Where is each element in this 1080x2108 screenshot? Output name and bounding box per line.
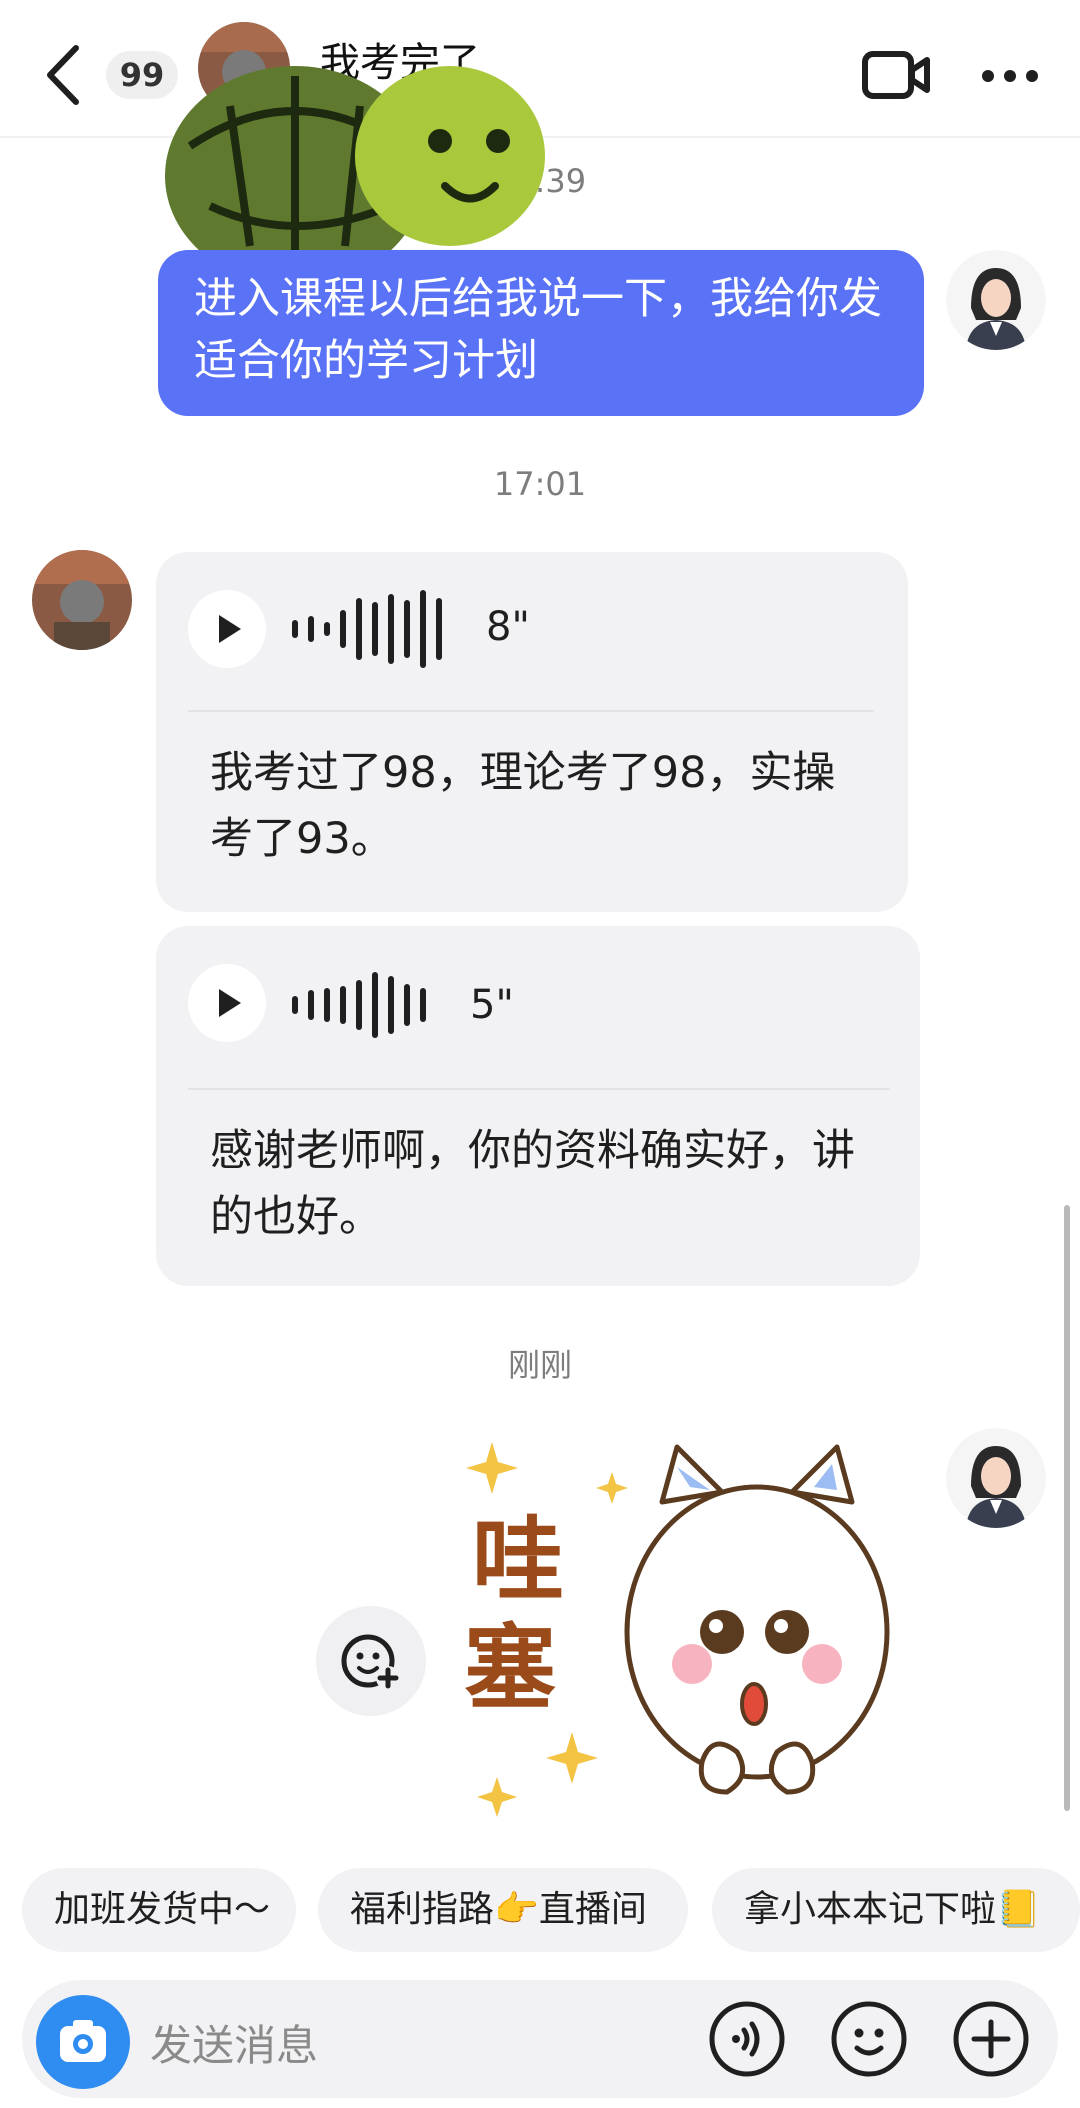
contact-avatar[interactable] bbox=[32, 550, 132, 650]
quick-reply-chip[interactable]: 拿小本本记下啦📒 bbox=[712, 1868, 1080, 1952]
plus-icon[interactable] bbox=[952, 2000, 1030, 2078]
back-icon[interactable] bbox=[40, 40, 90, 110]
divider bbox=[188, 1088, 890, 1090]
camera-button[interactable] bbox=[36, 1995, 130, 2089]
my-avatar[interactable] bbox=[946, 1428, 1046, 1528]
add-sticker-button[interactable] bbox=[316, 1606, 426, 1716]
quick-reply-chip[interactable]: 福利指路👉直播间 bbox=[318, 1868, 688, 1952]
voice-duration: 8" bbox=[486, 604, 530, 650]
play-button[interactable] bbox=[188, 964, 266, 1042]
play-icon bbox=[219, 989, 241, 1017]
timestamp: 刚刚 bbox=[507, 1346, 572, 1384]
emoji-icon[interactable] bbox=[830, 2000, 908, 2078]
scrollbar[interactable] bbox=[1064, 1205, 1070, 1811]
voice-duration: 5" bbox=[470, 982, 514, 1028]
add-emoji-icon bbox=[341, 1634, 400, 1690]
voice-transcript: 感谢老师啊，你的资料确实好，讲的也好。 bbox=[210, 1126, 855, 1242]
outgoing-message-bubble[interactable]: 进入课程以后给我说一下，我给你发适合你的学习计划 bbox=[158, 250, 924, 416]
quick-reply-chip[interactable]: 加班发货中～ bbox=[22, 1868, 296, 1952]
camera-icon bbox=[60, 2020, 106, 2062]
cat-sticker[interactable]: 哇 塞 bbox=[452, 1432, 922, 1852]
sticker-text-2: 塞 bbox=[464, 1615, 556, 1722]
timestamp: 17:01 bbox=[493, 465, 587, 503]
message-input[interactable]: 发送消息 bbox=[150, 2012, 318, 2073]
sticker-text-1: 哇 bbox=[472, 1507, 564, 1614]
my-avatar[interactable] bbox=[946, 250, 1046, 350]
divider bbox=[188, 710, 874, 712]
waveform-icon bbox=[292, 590, 442, 668]
play-button[interactable] bbox=[188, 590, 266, 668]
play-icon bbox=[219, 615, 241, 643]
video-call-icon[interactable] bbox=[862, 46, 930, 104]
voice-input-icon[interactable] bbox=[708, 2000, 786, 2078]
more-icon[interactable] bbox=[980, 66, 1040, 86]
waveform-icon bbox=[292, 972, 426, 1038]
voice-transcript: 我考过了98，理论考了98，实操考了93。 bbox=[210, 748, 836, 864]
